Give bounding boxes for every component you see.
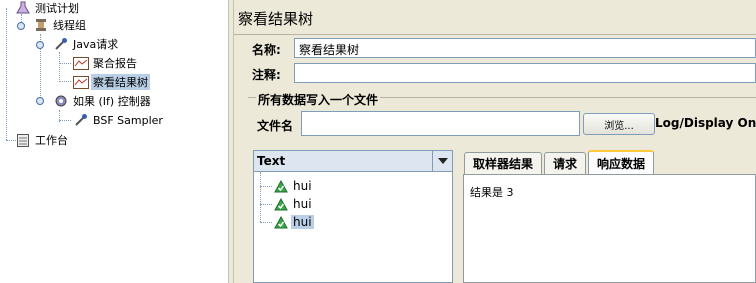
expand-handle[interactable] xyxy=(36,97,44,105)
tree-item-label: 察看结果树 xyxy=(91,74,150,90)
name-label: 名称: xyxy=(252,43,281,57)
tree-item-workbench[interactable]: 工作台 xyxy=(15,132,70,148)
tree-item-bsf-sampler[interactable]: BSF Sampler xyxy=(73,112,165,128)
chevron-down-icon[interactable] xyxy=(432,151,452,171)
pipette-icon xyxy=(53,37,69,51)
tree-line xyxy=(59,52,60,82)
response-data-pane: 结果是 3 xyxy=(463,174,756,283)
tab-response-data[interactable]: 响应数据 xyxy=(588,150,655,174)
view-results-tree-panel: 察看结果树 名称: 察看结果树 注释: 所有数据写入一个文件 文件名 浏览...… xyxy=(234,0,756,283)
tree-item-java-request[interactable]: Java请求 xyxy=(53,36,120,52)
tree-item-label: BSF Sampler xyxy=(93,113,163,127)
result-label: hui xyxy=(293,179,312,193)
filename-field[interactable] xyxy=(301,111,580,136)
result-tabs: 取样器结果 请求 响应数据 xyxy=(464,150,656,174)
tree-line xyxy=(260,172,261,222)
log-display-only-label: Log/Display Only: xyxy=(655,116,756,130)
success-icon xyxy=(273,179,289,193)
expand-handle[interactable] xyxy=(17,22,25,30)
spool-icon xyxy=(33,18,49,32)
flask-icon xyxy=(15,1,31,15)
tree-item-if-controller[interactable]: 如果 (If) 控制器 xyxy=(53,93,153,109)
tree-item-label: Java请求 xyxy=(73,38,119,51)
tree-item-label: 测试计划 xyxy=(35,2,79,15)
tree-item-aggregate-report[interactable]: 聚合报告 xyxy=(73,55,139,71)
success-icon xyxy=(273,197,289,211)
tree-line xyxy=(59,120,71,121)
result-item[interactable]: hui xyxy=(273,196,314,212)
write-file-group-title: 所有数据写入一个文件 xyxy=(256,91,381,108)
renderer-select-value: Text xyxy=(257,154,286,168)
tree-item-test-plan[interactable]: 测试计划 xyxy=(15,0,81,16)
result-item[interactable]: hui xyxy=(273,214,314,230)
name-field[interactable]: 察看结果树 xyxy=(294,38,756,58)
divider xyxy=(234,34,756,35)
comment-field[interactable] xyxy=(294,63,756,83)
comment-label: 注释: xyxy=(252,68,281,82)
renderer-select[interactable]: Text xyxy=(253,150,453,172)
test-plan-tree: 测试计划 线程组 Java请求 聚合报告 察看结果树 如果 (If) 控制器 B… xyxy=(0,0,228,283)
tree-item-label: 工作台 xyxy=(35,134,68,147)
tree-line xyxy=(6,8,7,140)
tree-item-label: 线程组 xyxy=(53,19,86,32)
tree-item-view-results-tree[interactable]: 察看结果树 xyxy=(73,74,150,90)
tab-sampler-result[interactable]: 取样器结果 xyxy=(464,152,543,174)
tree-line xyxy=(260,186,272,187)
results-splitter[interactable] xyxy=(453,150,462,283)
results-list[interactable]: hui hui hui xyxy=(253,172,453,283)
result-item[interactable]: hui xyxy=(273,178,314,194)
tree-item-label: 如果 (If) 控制器 xyxy=(73,95,151,108)
page-title: 察看结果树 xyxy=(238,10,314,28)
chart-icon xyxy=(73,75,89,89)
chart-icon xyxy=(73,56,89,70)
tab-request[interactable]: 请求 xyxy=(544,152,587,174)
response-text: 结果是 3 xyxy=(470,186,514,199)
result-label: hui xyxy=(291,215,314,229)
result-label: hui xyxy=(293,197,312,211)
browse-button[interactable]: 浏览... xyxy=(583,113,655,135)
pipette-icon xyxy=(73,113,89,127)
notepad-icon xyxy=(15,133,31,147)
success-icon xyxy=(273,215,289,229)
tree-line xyxy=(260,222,272,223)
tree-line xyxy=(59,63,71,64)
tree-line xyxy=(59,81,71,82)
expand-handle[interactable] xyxy=(36,41,44,49)
tree-item-thread-group[interactable]: 线程组 xyxy=(33,17,88,33)
tree-line xyxy=(260,204,272,205)
gear-icon xyxy=(53,94,69,108)
filename-label: 文件名 xyxy=(257,119,294,133)
tree-item-label: 聚合报告 xyxy=(93,57,137,70)
